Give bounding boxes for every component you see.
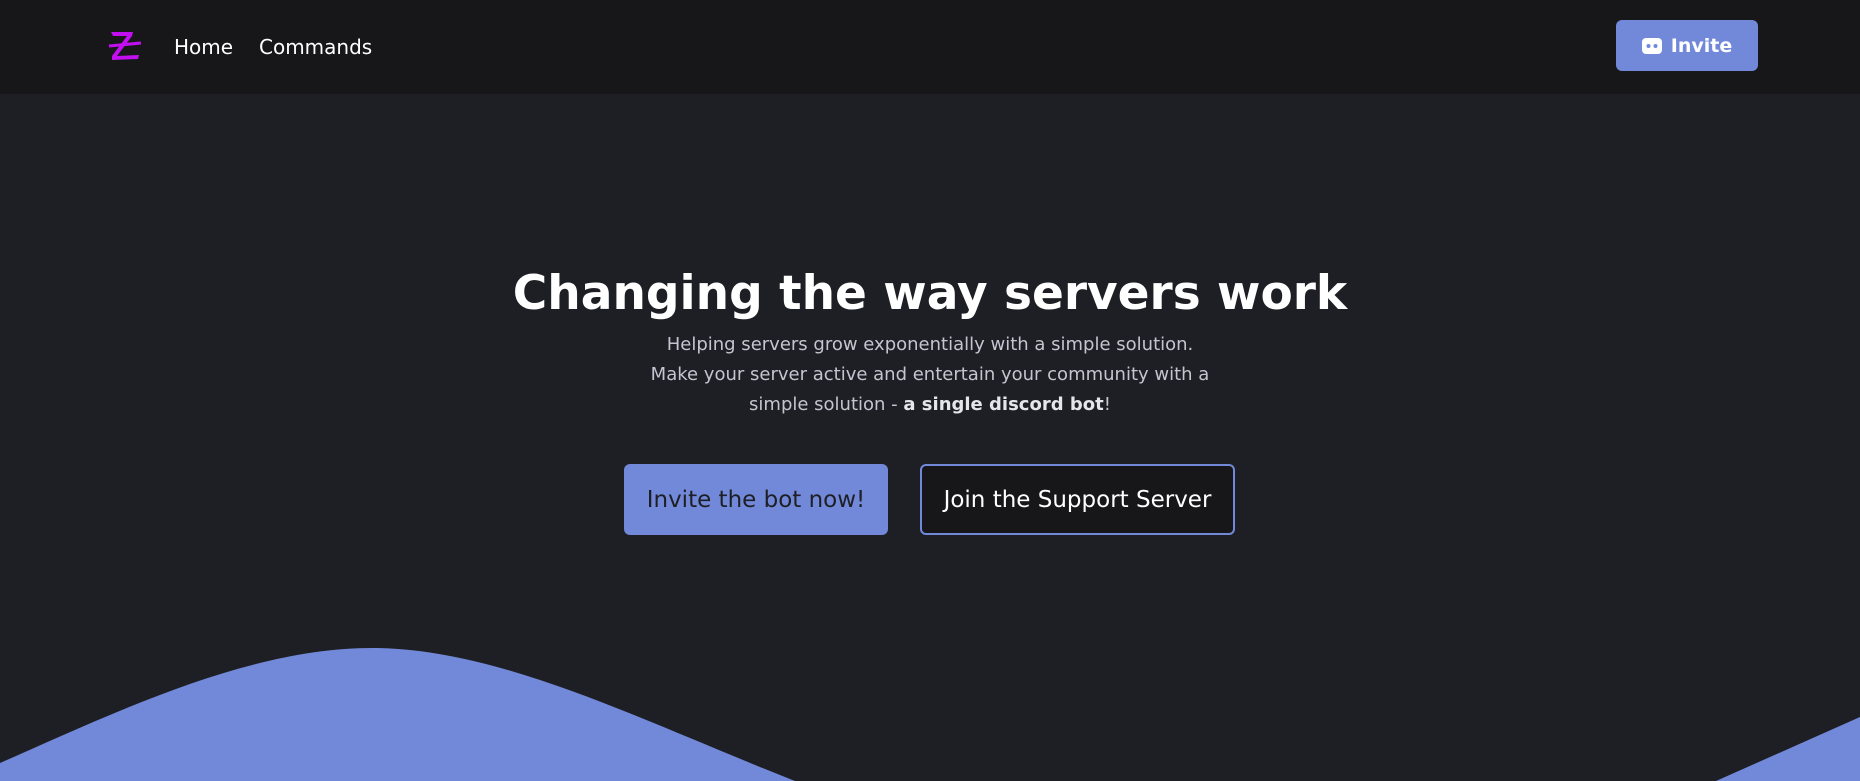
nav-link-home[interactable]: Home xyxy=(174,34,233,60)
discord-icon xyxy=(1641,37,1662,54)
hero-subtitle-end: ! xyxy=(1103,394,1111,415)
invite-bot-button[interactable]: Invite the bot now! xyxy=(624,464,888,535)
hero-title: Changing the way servers work xyxy=(512,266,1348,321)
z-logo-icon[interactable] xyxy=(107,28,143,64)
hero-subtitle-bold: a single discord bot xyxy=(903,394,1104,415)
navbar: Home Commands Invite xyxy=(0,0,1860,94)
nav-link-commands[interactable]: Commands xyxy=(259,34,372,60)
support-server-button[interactable]: Join the Support Server xyxy=(920,464,1235,535)
hero-subtitle: Helping servers grow exponentially with … xyxy=(650,330,1210,420)
invite-button-label: Invite xyxy=(1670,34,1733,57)
invite-button[interactable]: Invite xyxy=(1616,20,1758,71)
decorative-wave xyxy=(0,648,1860,781)
